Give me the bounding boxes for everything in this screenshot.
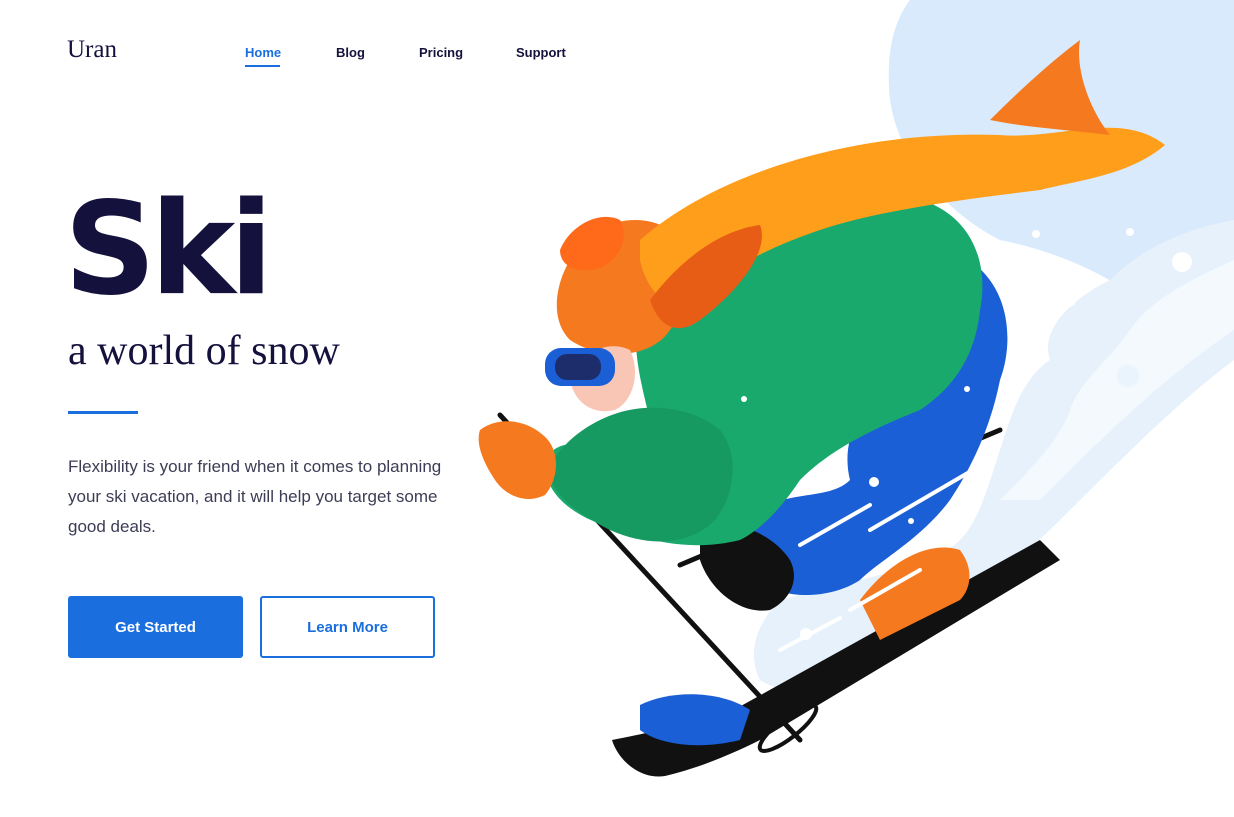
ski-pole-right	[677, 427, 1003, 568]
scarf-knot	[650, 225, 762, 329]
snow-spray-inner	[1000, 260, 1234, 500]
jacket-arm	[548, 407, 733, 542]
nav-item-pricing[interactable]: Pricing	[419, 45, 463, 60]
sign-in-link[interactable]: Sign In	[1132, 44, 1175, 59]
face	[570, 346, 635, 412]
nav-item-support[interactable]: Support	[516, 45, 566, 60]
skier-illustration	[478, 0, 1234, 777]
snow-spray	[753, 220, 1234, 691]
scarf-tail	[990, 40, 1110, 135]
nav-active-indicator	[245, 65, 280, 67]
glove	[478, 421, 556, 500]
hero-subtitle: a world of snow	[68, 328, 340, 374]
speed-line-4	[778, 616, 842, 652]
pants	[745, 255, 1008, 595]
snowflake-6	[869, 477, 879, 487]
snow-backdrop	[888, 0, 1234, 330]
snowflake-9	[741, 396, 747, 402]
pole-basket	[757, 703, 819, 753]
snowflake-3	[1172, 252, 1192, 272]
boot-back	[640, 694, 750, 746]
nav-item-blog[interactable]: Blog	[336, 45, 365, 60]
scarf	[640, 127, 1165, 305]
snowflake-10	[908, 518, 914, 524]
brand-logo[interactable]: Uran	[67, 36, 117, 64]
hero-title: Ski	[64, 175, 273, 324]
speed-line-1	[798, 503, 872, 547]
ski	[612, 540, 1060, 777]
nav-item-home[interactable]: Home	[245, 45, 281, 60]
speed-line-3	[848, 568, 922, 612]
goggles-lens	[555, 354, 601, 380]
snowflake-1	[1059, 289, 1077, 307]
hat-pompom	[560, 216, 624, 271]
speed-line-2	[868, 458, 992, 532]
snowflake-4	[1032, 230, 1040, 238]
snowflake-7	[964, 386, 970, 392]
pants-shadow	[700, 520, 794, 611]
snowflake-5	[1126, 228, 1134, 236]
hero-accent-line	[68, 411, 138, 414]
hat	[556, 220, 685, 354]
hero-description: Flexibility is your friend when it comes…	[68, 457, 442, 536]
boot-front	[860, 547, 970, 640]
goggles	[545, 348, 615, 386]
ski-pole-left	[497, 412, 803, 743]
snowflake-2	[1117, 365, 1139, 387]
snowflake-8	[800, 628, 812, 640]
jacket	[545, 192, 983, 546]
get-started-button[interactable]: Get Started	[68, 596, 243, 658]
learn-more-button[interactable]: Learn More	[260, 596, 435, 658]
